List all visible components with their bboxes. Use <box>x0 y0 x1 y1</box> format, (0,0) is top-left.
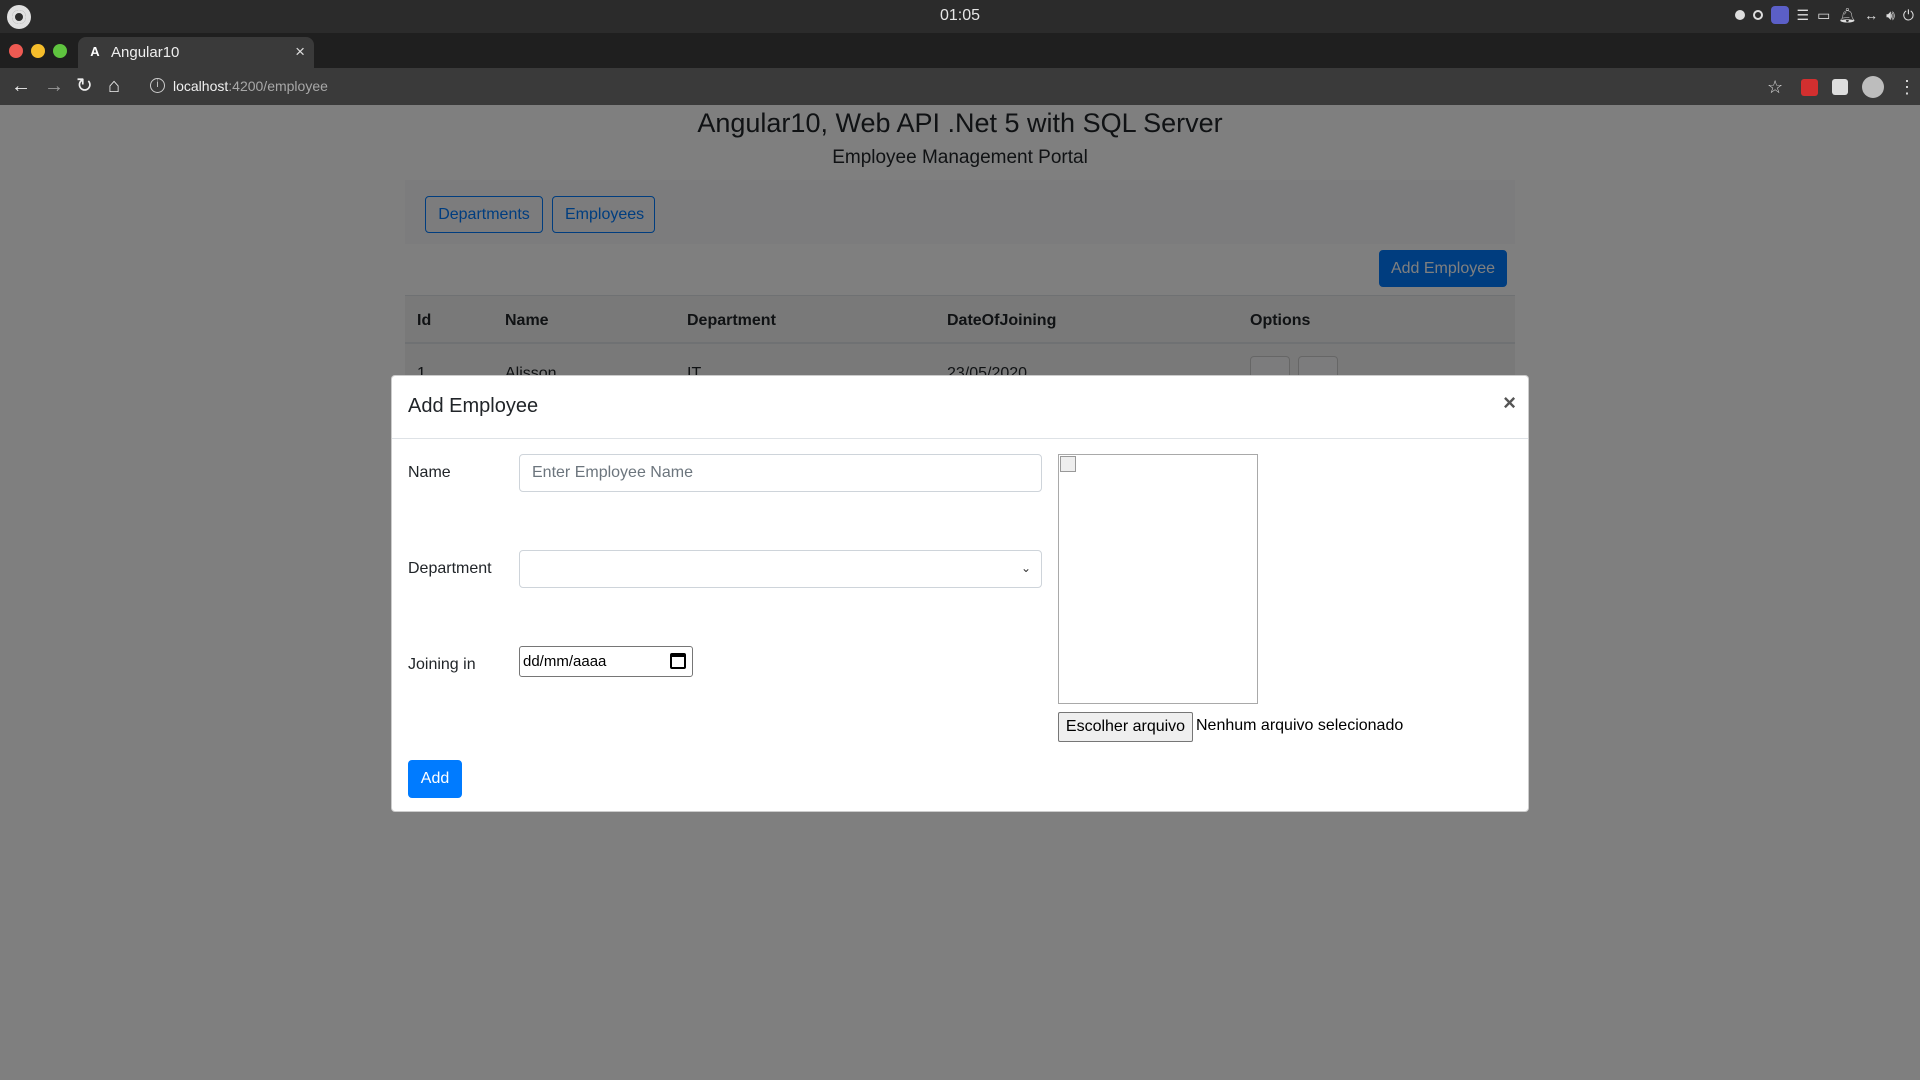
close-icon[interactable]: × <box>1503 390 1516 416</box>
window-close-icon[interactable] <box>9 44 23 58</box>
browser-tab[interactable]: A Angular10 × <box>78 37 314 68</box>
tab-close-icon[interactable]: × <box>295 42 305 62</box>
system-tray: ☰ ▭ 🔔︎ ↔ 🔊︎ ⏻ <box>1734 6 1914 24</box>
back-arrow-icon[interactable]: ← <box>11 74 31 98</box>
modal-header: Add Employee × <box>392 376 1528 439</box>
list-icon[interactable]: ☰ <box>1797 7 1810 24</box>
department-select[interactable]: ⌄ <box>519 550 1042 588</box>
extension-icon[interactable] <box>1801 78 1818 96</box>
kebab-menu-icon[interactable]: ⋮ <box>1898 77 1916 98</box>
tab-title: Angular10 <box>111 44 180 61</box>
department-label: Department <box>408 560 492 577</box>
employee-name-input[interactable] <box>519 454 1042 492</box>
ring-icon[interactable] <box>1752 10 1763 20</box>
browser-tab-strip: A Angular10 × + <box>0 33 1920 93</box>
file-status: Nenhum arquivo selecionado <box>1196 717 1404 734</box>
broken-image-icon <box>1060 456 1076 472</box>
joining-date-input[interactable]: dd/mm/aaaa <box>519 646 693 677</box>
browser-actions: ☆ ⋮ <box>1767 76 1916 98</box>
power-icon[interactable]: ⏻ <box>1903 7 1914 24</box>
network-icon[interactable]: ↔ <box>1864 7 1878 23</box>
angular-favicon-icon: A <box>90 44 100 59</box>
puzzle-icon[interactable] <box>1832 79 1848 95</box>
os-clock[interactable]: 01:05 <box>0 7 1920 25</box>
name-label: Name <box>408 464 451 481</box>
home-icon[interactable]: ⌂ <box>108 74 120 98</box>
chevron-down-icon: ⌄ <box>1020 561 1031 575</box>
add-button[interactable]: Add <box>408 760 462 798</box>
url-host: localhost <box>173 78 229 94</box>
address-bar: ← → ↻ ⌂ i localhost:4200/employee ☆ ⋮ <box>0 68 1920 105</box>
record-dot-icon[interactable] <box>1734 10 1745 20</box>
star-icon[interactable]: ☆ <box>1767 77 1787 98</box>
profile-avatar-icon[interactable] <box>1862 76 1884 98</box>
os-top-bar: 01:05 ☰ ▭ 🔔︎ ↔ 🔊︎ ⏻ <box>0 0 1920 33</box>
employee-photo <box>1058 454 1258 704</box>
forward-arrow-icon[interactable]: → <box>44 74 64 98</box>
calendar-icon[interactable] <box>670 653 686 669</box>
folder-icon[interactable]: ▭ <box>1817 7 1830 24</box>
reload-icon[interactable]: ↻ <box>76 74 93 98</box>
choose-file-button[interactable]: Escolher arquivo <box>1058 712 1193 742</box>
add-employee-modal: Add Employee × Name Department ⌄ Joining… <box>391 375 1529 812</box>
joining-label: Joining in <box>408 656 476 673</box>
modal-title: Add Employee <box>408 395 539 417</box>
teams-icon[interactable] <box>1770 6 1789 24</box>
date-placeholder: dd/mm/aaaa <box>523 653 607 670</box>
volume-icon[interactable]: 🔊︎ <box>1886 7 1895 24</box>
url-field[interactable]: localhost:4200/employee <box>173 78 328 94</box>
window-minimize-icon[interactable] <box>31 44 45 58</box>
window-maximize-icon[interactable] <box>53 44 67 58</box>
info-icon[interactable]: i <box>150 78 165 93</box>
url-path: :4200/employee <box>228 78 328 94</box>
bell-icon[interactable]: 🔔︎ <box>1838 7 1856 24</box>
